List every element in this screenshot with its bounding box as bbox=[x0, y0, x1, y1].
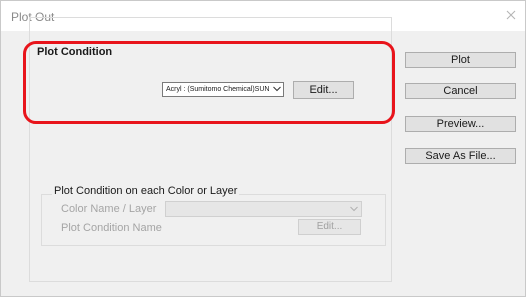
edit-layer-condition-button[interactable]: Edit... bbox=[298, 219, 361, 235]
plot-condition-label: Plot Condition bbox=[36, 46, 114, 58]
material-select[interactable]: Acryl : (Sumitomo Chemical)SUN bbox=[162, 82, 284, 97]
color-name-layer-label: Color Name / Layer bbox=[61, 203, 157, 215]
plot-button[interactable]: Plot bbox=[405, 52, 516, 68]
material-select-value: Acryl : (Sumitomo Chemical)SUN bbox=[166, 86, 270, 93]
preview-button[interactable]: Preview... bbox=[405, 116, 516, 132]
chevron-down-icon bbox=[350, 206, 358, 212]
chevron-down-icon bbox=[273, 86, 281, 92]
plot-condition-name-label: Plot Condition Name bbox=[61, 222, 162, 234]
cancel-button[interactable]: Cancel bbox=[405, 83, 516, 99]
save-as-file-button[interactable]: Save As File... bbox=[405, 148, 516, 164]
layer-condition-label: Plot Condition on each Color or Layer bbox=[52, 185, 240, 197]
color-name-layer-select[interactable] bbox=[165, 201, 362, 217]
close-icon[interactable] bbox=[505, 9, 517, 21]
edit-plot-condition-button[interactable]: Edit... bbox=[293, 81, 354, 99]
